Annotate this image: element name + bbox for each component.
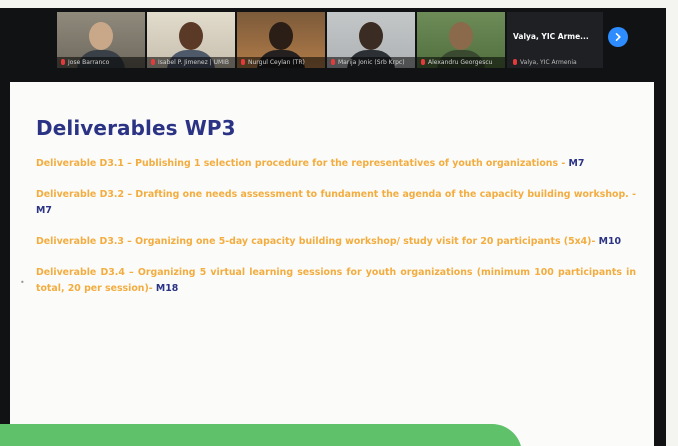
participant-name-tag: Marija Jonic (Srb Krpc): [327, 57, 415, 68]
participant-name-tag: Nurgul Ceylan (TR): [237, 57, 325, 68]
window-right-border: [666, 0, 678, 446]
active-speaker-subtitle: Valya, YIC Armenia: [513, 59, 577, 66]
milestone-code: M10: [598, 236, 622, 247]
participant-gallery-strip: Jose Barranco Isabel P. Jimenez | UMIB N…: [57, 12, 603, 68]
participant-tile[interactable]: Nurgul Ceylan (TR): [237, 12, 325, 68]
video-meeting-window: Jose Barranco Isabel P. Jimenez | UMIB N…: [0, 8, 666, 446]
slide-title: Deliverables WP3: [36, 116, 236, 140]
active-speaker-label: Valya, YIC Arme...: [513, 32, 589, 41]
milestone-code: M7: [568, 158, 585, 169]
mic-muted-icon: [151, 59, 155, 65]
mic-muted-icon: [61, 59, 65, 65]
slide-bullet-mark: •: [20, 278, 25, 287]
milestone-code: M18: [155, 283, 179, 294]
participant-tile[interactable]: Alexandru Georgescu: [417, 12, 505, 68]
participant-video: [89, 22, 113, 50]
participant-video: [449, 22, 473, 50]
deliverables-list: Deliverable D3.1 – Publishing 1 selectio…: [36, 156, 636, 312]
mic-muted-icon: [513, 59, 517, 65]
milestone-code: M7: [36, 205, 52, 216]
next-page-button[interactable]: [608, 27, 628, 47]
mic-muted-icon: [421, 59, 425, 65]
window-top-border: [0, 0, 678, 8]
participant-video: [179, 22, 203, 50]
deliverable-item: Deliverable D3.1 – Publishing 1 selectio…: [36, 158, 585, 169]
deliverable-item: Deliverable D3.3 – Organizing one 5-day …: [36, 236, 622, 247]
chevron-right-icon: [615, 33, 621, 41]
participant-tile[interactable]: Isabel P. Jimenez | UMIB: [147, 12, 235, 68]
participant-name-tag: Alexandru Georgescu: [417, 57, 505, 68]
participant-tile[interactable]: Marija Jonic (Srb Krpc): [327, 12, 415, 68]
participant-name-tag: Isabel P. Jimenez | UMIB: [147, 57, 235, 68]
participant-tile[interactable]: Jose Barranco: [57, 12, 145, 68]
active-speaker-tile[interactable]: Valya, YIC Arme... Valya, YIC Armenia: [507, 12, 603, 68]
participant-name-tag: Jose Barranco: [57, 57, 145, 68]
mic-muted-icon: [241, 59, 245, 65]
green-banner-shape: [0, 424, 522, 446]
deliverable-item: Deliverable D3.4 – Organizing 5 virtual …: [36, 267, 636, 294]
participant-video: [269, 22, 293, 50]
mic-muted-icon: [331, 59, 335, 65]
shared-slide: Deliverables WP3 • Deliverable D3.1 – Pu…: [10, 82, 654, 446]
deliverable-item: Deliverable D3.2 – Drafting one needs as…: [36, 189, 636, 216]
participant-video: [359, 22, 383, 50]
